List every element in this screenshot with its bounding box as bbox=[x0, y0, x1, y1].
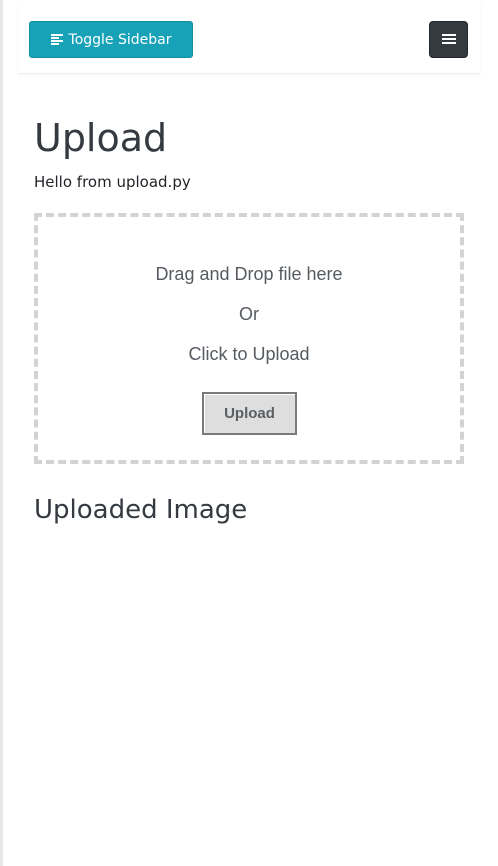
top-navbar: Toggle Sidebar bbox=[18, 0, 480, 74]
navbar-menu-button[interactable] bbox=[429, 21, 468, 58]
uploaded-image-title: Uploaded Image bbox=[34, 495, 248, 525]
hamburger-icon bbox=[441, 34, 456, 45]
click-to-upload-text: Click to Upload bbox=[188, 344, 310, 364]
upload-button[interactable]: Upload bbox=[202, 392, 297, 435]
align-left-icon bbox=[50, 34, 63, 45]
page-subtitle: Hello from upload.py bbox=[34, 173, 191, 191]
drop-or-text: Or bbox=[239, 304, 259, 324]
toggle-sidebar-button[interactable]: Toggle Sidebar bbox=[29, 21, 193, 58]
toggle-sidebar-label: Toggle Sidebar bbox=[68, 31, 172, 48]
sidebar-edge bbox=[0, 0, 3, 866]
file-drop-zone[interactable]: Drag and Drop file here Or Click to Uplo… bbox=[34, 213, 464, 464]
drop-instruction: Drag and Drop file here bbox=[155, 264, 343, 284]
page-title: Upload bbox=[34, 116, 168, 160]
